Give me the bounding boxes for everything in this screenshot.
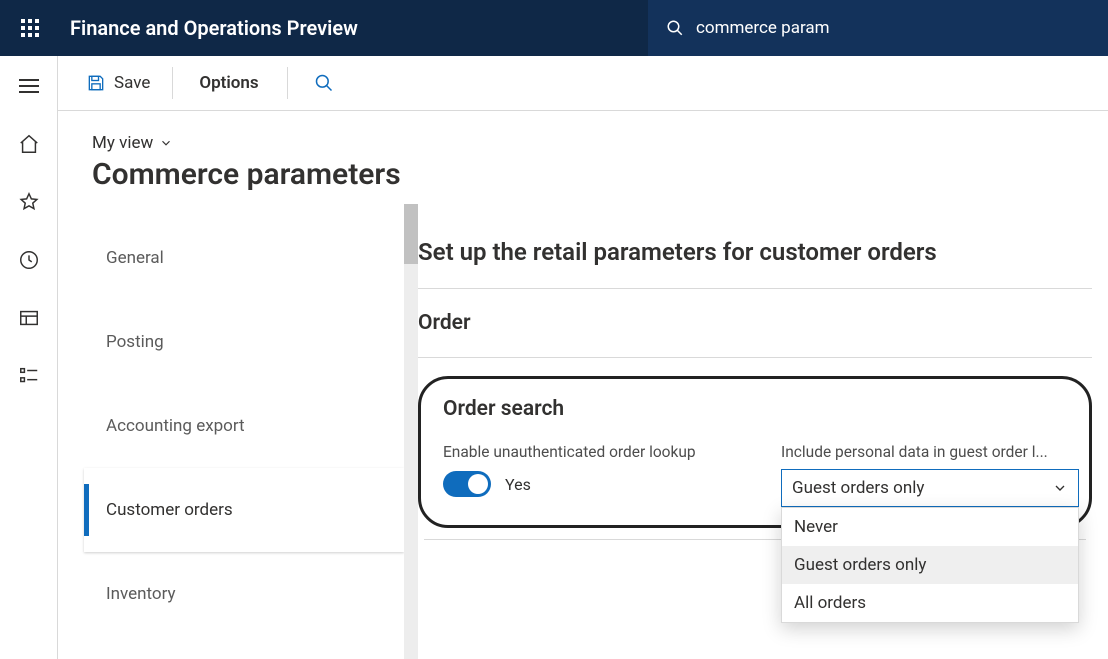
nav-item-label: Posting xyxy=(106,332,164,352)
chevron-down-icon xyxy=(159,136,173,150)
nav-item-label: Inventory xyxy=(106,584,176,604)
global-search[interactable]: commerce param xyxy=(648,0,1108,56)
page-title: Commerce parameters xyxy=(92,157,1108,192)
nav-item-posting[interactable]: Posting xyxy=(84,300,404,384)
main-region: Save Options My view Commerce parameters xyxy=(58,56,1108,659)
workspace-icon xyxy=(18,307,40,329)
rail-favorites-button[interactable] xyxy=(17,190,41,214)
rail-workspaces-button[interactable] xyxy=(17,306,41,330)
chevron-down-icon xyxy=(1052,480,1068,496)
rail-home-button[interactable] xyxy=(17,132,41,156)
section-nav: General Posting Accounting export Custom… xyxy=(66,204,418,659)
nav-item-accounting-export[interactable]: Accounting export xyxy=(84,384,404,468)
search-icon xyxy=(314,73,334,93)
detail-heading: Set up the retail parameters for custome… xyxy=(418,214,1092,289)
waffle-icon xyxy=(21,19,39,37)
include-personal-data-dropdown: Never Guest orders only All orders xyxy=(781,507,1079,623)
field-label: Enable unauthenticated order lookup xyxy=(443,443,741,461)
option-label: All orders xyxy=(794,593,866,613)
nav-item-label: Accounting export xyxy=(106,416,245,436)
option-all-orders[interactable]: All orders xyxy=(782,584,1078,622)
nav-toggle-button[interactable] xyxy=(17,74,41,98)
nav-scrollbar-thumb[interactable] xyxy=(404,204,418,264)
option-guest-orders-only[interactable]: Guest orders only xyxy=(782,546,1078,584)
nav-scrollbar-track[interactable] xyxy=(404,204,418,659)
save-button[interactable]: Save xyxy=(76,67,173,99)
action-bar: Save Options xyxy=(58,56,1108,111)
rail-recents-button[interactable] xyxy=(17,248,41,272)
detail-panel: Set up the retail parameters for custome… xyxy=(418,204,1108,659)
clock-icon xyxy=(18,249,40,271)
view-label: My view xyxy=(92,133,153,153)
toggle-enable-unauth-lookup[interactable] xyxy=(443,471,491,497)
options-label: Options xyxy=(199,73,258,93)
page-header: My view Commerce parameters xyxy=(58,111,1108,204)
save-label: Save xyxy=(114,73,150,93)
order-search-title: Order search xyxy=(443,397,1079,421)
search-input-value: commerce param xyxy=(696,18,830,38)
option-never[interactable]: Never xyxy=(782,508,1078,546)
star-icon xyxy=(18,191,40,213)
section-order[interactable]: Order xyxy=(418,289,1092,358)
app-launcher-button[interactable] xyxy=(0,0,60,56)
modules-icon xyxy=(18,365,40,387)
home-icon xyxy=(18,133,40,155)
save-icon xyxy=(86,73,106,93)
top-bar: Finance and Operations Preview commerce … xyxy=(0,0,1108,56)
rail-modules-button[interactable] xyxy=(17,364,41,388)
option-label: Guest orders only xyxy=(794,555,926,575)
field-label: Include personal data in guest order l..… xyxy=(781,443,1079,461)
select-value: Guest orders only xyxy=(792,478,924,498)
option-label: Never xyxy=(794,517,838,537)
field-include-personal-data: Include personal data in guest order l..… xyxy=(781,443,1079,507)
nav-item-inventory[interactable]: Inventory xyxy=(84,552,404,636)
nav-item-general[interactable]: General xyxy=(84,216,404,300)
nav-item-label: General xyxy=(106,248,164,268)
nav-item-customer-orders[interactable]: Customer orders xyxy=(84,468,404,552)
hamburger-icon xyxy=(19,79,39,93)
nav-item-label: Customer orders xyxy=(106,500,233,520)
search-icon xyxy=(666,19,684,37)
toggle-value: Yes xyxy=(505,475,531,494)
field-enable-unauth-lookup: Enable unauthenticated order lookup Yes xyxy=(443,443,741,507)
page-search-button[interactable] xyxy=(292,67,345,99)
order-search-group: Order search Enable unauthenticated orde… xyxy=(418,376,1092,528)
app-title: Finance and Operations Preview xyxy=(70,16,358,40)
left-rail xyxy=(0,56,58,659)
include-personal-data-select[interactable]: Guest orders only Never Guest orders onl… xyxy=(781,469,1079,507)
options-button[interactable]: Options xyxy=(177,67,287,99)
view-selector[interactable]: My view xyxy=(92,133,1108,153)
